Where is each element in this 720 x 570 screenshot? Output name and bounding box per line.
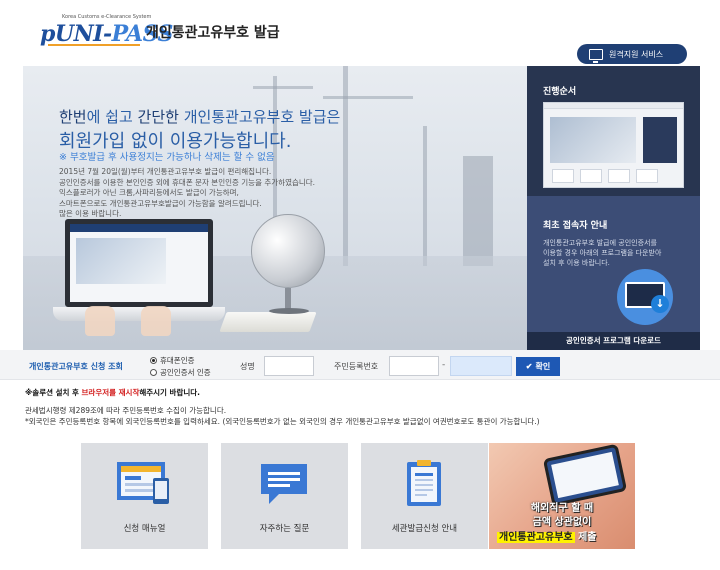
laptop-base [53,307,225,321]
first-visit-description: 개인통관고유부호 발급에 공인인증서를 이용할 경우 아래의 프로그램을 다운받… [543,239,662,267]
lookup-form-title: 개인통관고유부호 신청 조회 [29,362,123,371]
tile-application-manual[interactable]: 신청 매뉴얼 [81,443,208,549]
check-icon: ✔ [525,362,533,371]
promo-line3: 개인통관고유부호 제출 [497,532,597,543]
tile-label: 세관발급신청 안내 [391,524,458,534]
banner-note: ※ 부호발급 후 사용정지는 가능하나 삭제는 할 수 없음 [59,152,275,163]
monitor-icon [589,48,603,63]
tile-label: 신청 매뉴얼 [123,524,166,534]
radio-checked-icon[interactable] [150,357,157,364]
header: Korea Customs e-Clearance System pUNI-PA… [0,0,720,64]
tile-faq[interactable]: 자주하는 질문 [221,443,348,549]
logo-underline [48,44,140,46]
site-title: 개인통관고유부호 발급 [146,25,280,41]
hand-illustration [141,306,171,336]
ship-illustration [463,156,493,266]
process-title: 진행순서 [543,87,577,97]
hand-illustration [85,306,115,336]
chat-bubble-icon [261,464,307,504]
globe-illustration [251,214,325,288]
banner-description: 2015년 7월 20일(월)부터 개인통관고유부호 발급이 편리해집니다. 공… [59,167,316,218]
crane-illustration [323,96,413,99]
rrn-label: 주민등록번호 [334,362,379,371]
cert-program-download-button[interactable]: 공인인증서 프로그램 다운로드 [527,332,700,350]
globe-foot [269,308,309,314]
unipass-logo[interactable]: Korea Customs e-Clearance System pUNI-PA… [40,14,173,48]
laptop-illustration [65,219,213,307]
main-banner: 한번에 쉽고 간단한 개인통관고유부호 발급은 회원가입 없이 이용가능합니다.… [23,66,527,350]
promo-line1: 해외직구 할 때 [530,503,594,514]
remote-support-button[interactable]: 원격지원 서비스 [577,44,687,64]
promo-line2: 금액 상관없이 [532,517,592,528]
crane-illustration [423,126,427,266]
rrn-back-input[interactable] [450,356,512,376]
first-visit-title: 최초 접속자 안내 [543,221,608,231]
remote-support-label: 원격지원 서비스 [609,49,664,59]
process-thumbnail[interactable] [543,102,684,188]
tile-customs-issuance[interactable]: 세관발급신청 안내 [361,443,488,549]
banner-headline: 한번에 쉽고 간단한 개인통관고유부호 발급은 [59,108,341,126]
right-panel: 진행순서 최초 접속자 안내 개인통관고유부호 발급에 공인인증서를 이용할 경… [527,66,700,350]
tile-label: 자주하는 질문 [259,524,310,534]
manual-screen-icon [117,462,169,504]
name-label: 성명 [240,362,255,371]
rrn-front-input[interactable] [389,356,439,376]
crane-illustration [253,86,313,89]
download-arrow-icon: ↓ [651,295,669,313]
restart-notice: ※솔루션 설치 후 브라우저를 재시작해주시기 바랍니다. [25,388,201,397]
globe-stand [285,288,291,310]
book-illustration [219,312,317,332]
lookup-form: 개인통관고유부호 신청 조회 휴대폰인증 공인인증서 인증 성명 주민등록번호 … [0,350,720,380]
legal-notice: 관세법시행령 제289조에 따라 주민등록번호 수집이 가능합니다. *외국인은… [25,406,540,426]
radio-phone-auth[interactable]: 휴대폰인증 [150,355,195,366]
promo-banner[interactable]: 해외직구 할 때 금액 상관없이 개인통관고유부호 제출 [489,443,635,549]
confirm-button[interactable]: ✔ 확인 [516,357,560,376]
logo-tagline: Korea Customs e-Clearance System [62,14,152,20]
name-input[interactable] [264,356,314,376]
clipboard-document-icon [407,460,441,506]
phone-illustration [542,443,628,507]
radio-unchecked-icon[interactable] [150,369,157,376]
radio-cert-auth[interactable]: 공인인증서 인증 [150,367,211,378]
rrn-separator: - [442,360,446,370]
